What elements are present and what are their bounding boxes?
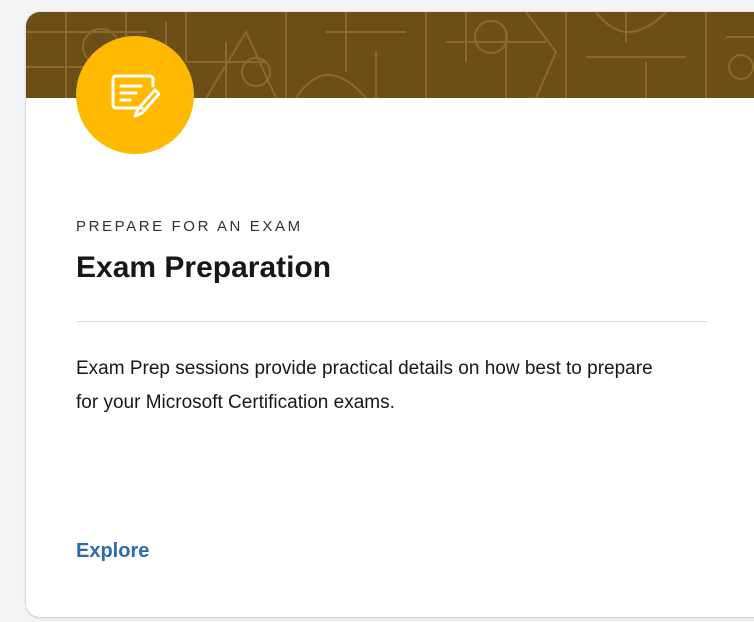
- explore-link[interactable]: Explore: [76, 540, 149, 563]
- card-title: Exam Preparation: [76, 251, 332, 284]
- exam-preparation-card: PREPARE FOR AN EXAM Exam Preparation Exa…: [26, 12, 754, 617]
- certificate-edit-icon: [111, 74, 160, 118]
- exam-icon-badge: [76, 36, 194, 154]
- divider: [76, 321, 708, 322]
- card-description: Exam Prep sessions provide practical det…: [76, 358, 653, 413]
- card-eyebrow: PREPARE FOR AN EXAM: [76, 218, 303, 235]
